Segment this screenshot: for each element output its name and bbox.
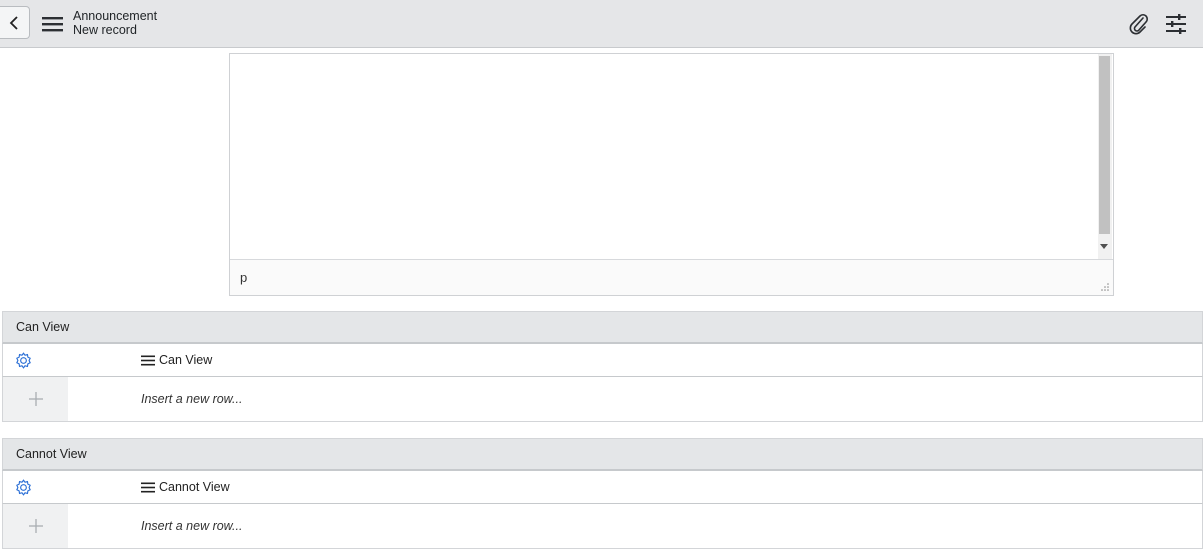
paperclip-icon	[1129, 13, 1149, 35]
column-label: Can View	[159, 353, 213, 367]
header-title-block: Announcement New record	[73, 9, 157, 37]
insert-row-placeholder[interactable]: Insert a new row...	[141, 519, 242, 533]
resize-handle-icon[interactable]	[1100, 282, 1109, 291]
add-row-button[interactable]	[3, 377, 68, 421]
related-list-column-header: Can View	[2, 344, 1203, 377]
related-list-cannot-view: Cannot View Cannot View Insert a new row	[2, 438, 1203, 549]
plus-icon	[28, 519, 43, 533]
gear-icon[interactable]	[14, 351, 33, 370]
personalize-form-button[interactable]	[1163, 11, 1189, 37]
related-list-can-view: Can View Can View Insert a new row...	[2, 311, 1203, 422]
sliders-icon	[1166, 14, 1186, 34]
gear-icon[interactable]	[14, 478, 33, 497]
add-row-button[interactable]	[3, 504, 68, 548]
form-context-menu-button[interactable]	[40, 12, 64, 36]
chevron-left-icon	[9, 15, 18, 30]
scrollbar-thumb[interactable]	[1099, 56, 1110, 234]
hamburger-menu-icon	[41, 17, 63, 32]
column-cannot-view[interactable]: Cannot View	[141, 480, 230, 494]
insert-row-placeholder[interactable]: Insert a new row...	[141, 392, 242, 406]
record-table-title: Announcement	[73, 9, 158, 23]
attachment-button[interactable]	[1126, 11, 1152, 37]
plus-icon	[28, 392, 43, 406]
column-label: Cannot View	[159, 480, 230, 494]
column-menu-icon[interactable]	[141, 482, 155, 493]
column-can-view[interactable]: Can View	[141, 353, 212, 367]
element-path[interactable]: p	[240, 270, 247, 285]
column-menu-icon[interactable]	[141, 355, 155, 366]
insert-row[interactable]: Insert a new row...	[2, 377, 1203, 422]
related-list-header: Cannot View	[2, 438, 1203, 471]
related-list-header: Can View	[2, 311, 1203, 344]
scroll-down-arrow-icon[interactable]	[1100, 244, 1108, 249]
related-list-column-header: Cannot View	[2, 471, 1203, 504]
record-subtitle: New record	[73, 23, 137, 37]
form-header: Announcement New record	[0, 0, 1203, 48]
editor-statusbar: p	[230, 259, 1113, 295]
insert-row[interactable]: Insert a new row...	[2, 504, 1203, 549]
back-button[interactable]	[0, 6, 30, 39]
editor-scrollbar[interactable]	[1098, 54, 1112, 260]
editor-content-area[interactable]	[230, 54, 1113, 260]
html-editor: p	[229, 53, 1114, 296]
